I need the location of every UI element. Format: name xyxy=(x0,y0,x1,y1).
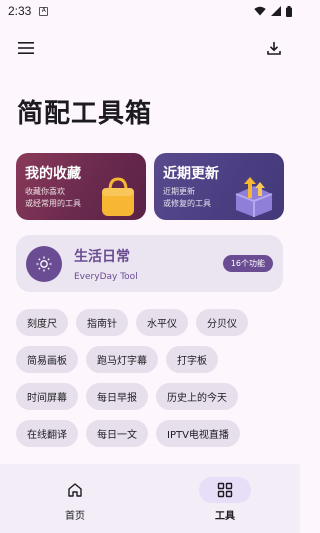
tool-chip-daily-article[interactable]: 每日一文 xyxy=(86,420,148,447)
status-bar: 2:33 A xyxy=(0,0,300,22)
package-box-icon xyxy=(235,177,273,217)
chip-row: 简易画板 跑马灯字幕 打字板 xyxy=(16,346,286,373)
everyday-tools-category[interactable]: 生活日常 EveryDay Tool 16个功能 xyxy=(16,235,283,292)
nav-tools[interactable]: 工具 xyxy=(150,464,300,533)
page-title: 简配工具箱 xyxy=(17,99,153,129)
home-icon xyxy=(49,477,101,503)
sun-icon xyxy=(26,245,62,282)
tool-chip-typing-board[interactable]: 打字板 xyxy=(166,346,218,373)
tool-chip-iptv[interactable]: IPTV电视直播 xyxy=(156,420,240,447)
chip-row: 刻度尺 指南针 水平仪 分贝仪 xyxy=(16,309,286,336)
tool-chip-translate[interactable]: 在线翻译 xyxy=(16,420,78,447)
tool-chip-decibel-meter[interactable]: 分贝仪 xyxy=(196,309,248,336)
category-subtitle: EveryDay Tool xyxy=(74,271,138,282)
nav-home[interactable]: 首页 xyxy=(0,464,150,533)
tool-chip-marquee[interactable]: 跑马灯字幕 xyxy=(86,346,158,373)
tool-chip-compass[interactable]: 指南针 xyxy=(76,309,128,336)
wifi-icon xyxy=(254,6,266,16)
menu-icon[interactable] xyxy=(14,36,38,60)
battery-icon xyxy=(286,5,292,17)
top-app-bar xyxy=(0,30,300,66)
tool-chip-list: 刻度尺 指南针 水平仪 分贝仪 简易画板 跑马灯字幕 打字板 时间屏幕 每日早报… xyxy=(16,309,286,457)
feature-count-badge: 16个功能 xyxy=(222,255,273,272)
status-icons xyxy=(254,5,292,17)
tool-chip-drawing-board[interactable]: 简易画板 xyxy=(16,346,78,373)
nav-tools-label: 工具 xyxy=(215,511,235,522)
tool-chip-ruler[interactable]: 刻度尺 xyxy=(16,309,68,336)
shopping-bag-icon xyxy=(102,177,134,216)
category-title: 生活日常 xyxy=(74,248,130,265)
bottom-navigation: 首页 工具 xyxy=(0,464,300,533)
tool-chip-daily-news[interactable]: 每日早报 xyxy=(86,383,148,410)
tool-chip-level[interactable]: 水平仪 xyxy=(136,309,188,336)
status-time: 2:33 xyxy=(8,4,32,18)
nav-home-label: 首页 xyxy=(65,511,85,522)
grid-icon xyxy=(199,477,251,503)
notification-icon: A xyxy=(39,6,49,16)
favorites-card[interactable]: 我的收藏 收藏你喜欢 或经常用的工具 xyxy=(16,153,146,220)
tool-chip-history-today[interactable]: 历史上的今天 xyxy=(156,383,238,410)
tool-chip-time-screen[interactable]: 时间屏幕 xyxy=(16,383,78,410)
chip-row: 在线翻译 每日一文 IPTV电视直播 xyxy=(16,420,286,447)
signal-icon xyxy=(271,6,281,16)
chip-row: 时间屏幕 每日早报 历史上的今天 xyxy=(16,383,286,410)
recent-updates-card[interactable]: 近期更新 近期更新 或修复的工具 xyxy=(154,153,284,220)
download-icon[interactable] xyxy=(262,36,286,60)
